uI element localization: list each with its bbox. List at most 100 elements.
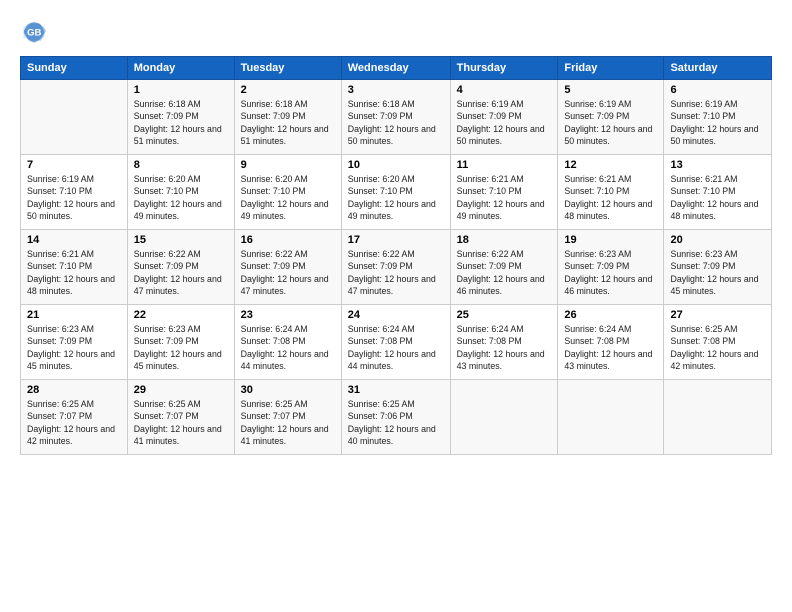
col-header-thursday: Thursday bbox=[450, 57, 558, 80]
day-cell: 13 Sunrise: 6:21 AMSunset: 7:10 PMDayligh… bbox=[664, 155, 772, 230]
day-number: 29 bbox=[134, 384, 228, 396]
day-info: Sunrise: 6:24 AMSunset: 7:08 PMDaylight:… bbox=[564, 324, 652, 371]
col-header-friday: Friday bbox=[558, 57, 664, 80]
day-info: Sunrise: 6:23 AMSunset: 7:09 PMDaylight:… bbox=[564, 249, 652, 296]
day-number: 30 bbox=[241, 384, 335, 396]
day-number: 10 bbox=[348, 159, 444, 171]
col-header-tuesday: Tuesday bbox=[234, 57, 341, 80]
day-cell: 18Sunrise: 6:22 AMSunset: 7:09 PMDayligh… bbox=[450, 230, 558, 305]
day-cell: 5 Sunrise: 6:19 AMSunset: 7:09 PMDaylight… bbox=[558, 80, 664, 155]
day-info: Sunrise: 6:22 AMSunset: 7:09 PMDaylight:… bbox=[348, 249, 436, 296]
day-cell: 6 Sunrise: 6:19 AMSunset: 7:10 PMDaylight… bbox=[664, 80, 772, 155]
day-number: 8 bbox=[134, 159, 228, 171]
day-cell: 16Sunrise: 6:22 AMSunset: 7:09 PMDayligh… bbox=[234, 230, 341, 305]
day-number: 25 bbox=[457, 309, 552, 321]
day-number: 15 bbox=[134, 234, 228, 246]
day-number: 28 bbox=[27, 384, 121, 396]
col-header-wednesday: Wednesday bbox=[341, 57, 450, 80]
day-number: 23 bbox=[241, 309, 335, 321]
day-cell: 19 Sunrise: 6:23 AMSunset: 7:09 PMDayligh… bbox=[558, 230, 664, 305]
day-info: Sunrise: 6:19 AMSunset: 7:09 PMDaylight:… bbox=[457, 99, 545, 146]
day-info: Sunrise: 6:18 AMSunset: 7:09 PMDaylight:… bbox=[134, 99, 222, 146]
day-number: 27 bbox=[670, 309, 765, 321]
day-number: 19 bbox=[564, 234, 657, 246]
day-cell bbox=[664, 380, 772, 455]
day-info: Sunrise: 6:19 AMSunset: 7:10 PMDaylight:… bbox=[670, 99, 758, 146]
day-info: Sunrise: 6:25 AMSunset: 7:08 PMDaylight:… bbox=[670, 324, 758, 371]
col-header-monday: Monday bbox=[127, 57, 234, 80]
day-cell: 4 Sunrise: 6:19 AMSunset: 7:09 PMDaylight… bbox=[450, 80, 558, 155]
header: GB bbox=[20, 18, 772, 46]
day-number: 7 bbox=[27, 159, 121, 171]
day-cell bbox=[450, 380, 558, 455]
day-number: 5 bbox=[564, 84, 657, 96]
day-cell: 31 Sunrise: 6:25 AMSunset: 7:06 PMDayligh… bbox=[341, 380, 450, 455]
day-info: Sunrise: 6:25 AMSunset: 7:07 PMDaylight:… bbox=[27, 399, 115, 446]
day-cell: 24 Sunrise: 6:24 AMSunset: 7:08 PMDayligh… bbox=[341, 305, 450, 380]
day-cell: 27 Sunrise: 6:25 AMSunset: 7:08 PMDayligh… bbox=[664, 305, 772, 380]
day-number: 1 bbox=[134, 84, 228, 96]
day-info: Sunrise: 6:20 AMSunset: 7:10 PMDaylight:… bbox=[134, 174, 222, 221]
day-info: Sunrise: 6:18 AMSunset: 7:09 PMDaylight:… bbox=[348, 99, 436, 146]
day-cell: 25 Sunrise: 6:24 AMSunset: 7:08 PMDayligh… bbox=[450, 305, 558, 380]
day-cell: 17 Sunrise: 6:22 AMSunset: 7:09 PMDayligh… bbox=[341, 230, 450, 305]
day-info: Sunrise: 6:25 AMSunset: 7:06 PMDaylight:… bbox=[348, 399, 436, 446]
col-header-saturday: Saturday bbox=[664, 57, 772, 80]
header-row: SundayMondayTuesdayWednesdayThursdayFrid… bbox=[21, 57, 772, 80]
day-cell: 30 Sunrise: 6:25 AMSunset: 7:07 PMDayligh… bbox=[234, 380, 341, 455]
day-cell: 3 Sunrise: 6:18 AMSunset: 7:09 PMDaylight… bbox=[341, 80, 450, 155]
day-cell: 21 Sunrise: 6:23 AMSunset: 7:09 PMDayligh… bbox=[21, 305, 128, 380]
day-cell: 1 Sunrise: 6:18 AMSunset: 7:09 PMDaylight… bbox=[127, 80, 234, 155]
day-info: Sunrise: 6:24 AMSunset: 7:08 PMDaylight:… bbox=[348, 324, 436, 371]
day-info: Sunrise: 6:24 AMSunset: 7:08 PMDaylight:… bbox=[457, 324, 545, 371]
week-row-2: 7 Sunrise: 6:19 AMSunset: 7:10 PMDaylight… bbox=[21, 155, 772, 230]
day-cell: 29Sunrise: 6:25 AMSunset: 7:07 PMDayligh… bbox=[127, 380, 234, 455]
day-info: Sunrise: 6:22 AMSunset: 7:09 PMDaylight:… bbox=[457, 249, 545, 296]
day-info: Sunrise: 6:18 AMSunset: 7:09 PMDaylight:… bbox=[241, 99, 329, 146]
day-number: 6 bbox=[670, 84, 765, 96]
day-number: 20 bbox=[670, 234, 765, 246]
week-row-1: 1 Sunrise: 6:18 AMSunset: 7:09 PMDaylight… bbox=[21, 80, 772, 155]
day-number: 31 bbox=[348, 384, 444, 396]
day-info: Sunrise: 6:24 AMSunset: 7:08 PMDaylight:… bbox=[241, 324, 329, 371]
day-cell: 8 Sunrise: 6:20 AMSunset: 7:10 PMDaylight… bbox=[127, 155, 234, 230]
day-cell: 9Sunrise: 6:20 AMSunset: 7:10 PMDaylight… bbox=[234, 155, 341, 230]
day-info: Sunrise: 6:21 AMSunset: 7:10 PMDaylight:… bbox=[564, 174, 652, 221]
day-number: 12 bbox=[564, 159, 657, 171]
day-cell: 12 Sunrise: 6:21 AMSunset: 7:10 PMDayligh… bbox=[558, 155, 664, 230]
day-cell bbox=[21, 80, 128, 155]
day-cell: 15 Sunrise: 6:22 AMSunset: 7:09 PMDayligh… bbox=[127, 230, 234, 305]
day-info: Sunrise: 6:23 AMSunset: 7:09 PMDaylight:… bbox=[27, 324, 115, 371]
day-number: 14 bbox=[27, 234, 121, 246]
day-number: 3 bbox=[348, 84, 444, 96]
day-number: 22 bbox=[134, 309, 228, 321]
day-cell: 23 Sunrise: 6:24 AMSunset: 7:08 PMDayligh… bbox=[234, 305, 341, 380]
day-number: 11 bbox=[457, 159, 552, 171]
page: GB SundayMondayTuesdayWednesdayThursdayF… bbox=[0, 0, 792, 612]
day-info: Sunrise: 6:21 AMSunset: 7:10 PMDaylight:… bbox=[670, 174, 758, 221]
day-number: 13 bbox=[670, 159, 765, 171]
day-number: 21 bbox=[27, 309, 121, 321]
day-cell: 14Sunrise: 6:21 AMSunset: 7:10 PMDayligh… bbox=[21, 230, 128, 305]
day-info: Sunrise: 6:22 AMSunset: 7:09 PMDaylight:… bbox=[134, 249, 222, 296]
day-cell bbox=[558, 380, 664, 455]
day-cell: 11Sunrise: 6:21 AMSunset: 7:10 PMDayligh… bbox=[450, 155, 558, 230]
calendar-table: SundayMondayTuesdayWednesdayThursdayFrid… bbox=[20, 56, 772, 455]
day-number: 2 bbox=[241, 84, 335, 96]
day-cell: 26Sunrise: 6:24 AMSunset: 7:08 PMDayligh… bbox=[558, 305, 664, 380]
day-info: Sunrise: 6:22 AMSunset: 7:09 PMDaylight:… bbox=[241, 249, 329, 296]
day-number: 4 bbox=[457, 84, 552, 96]
week-row-3: 14Sunrise: 6:21 AMSunset: 7:10 PMDayligh… bbox=[21, 230, 772, 305]
col-header-sunday: Sunday bbox=[21, 57, 128, 80]
day-cell: 28 Sunrise: 6:25 AMSunset: 7:07 PMDayligh… bbox=[21, 380, 128, 455]
week-row-4: 21 Sunrise: 6:23 AMSunset: 7:09 PMDayligh… bbox=[21, 305, 772, 380]
day-cell: 22Sunrise: 6:23 AMSunset: 7:09 PMDayligh… bbox=[127, 305, 234, 380]
day-number: 24 bbox=[348, 309, 444, 321]
day-info: Sunrise: 6:20 AMSunset: 7:10 PMDaylight:… bbox=[348, 174, 436, 221]
day-number: 17 bbox=[348, 234, 444, 246]
day-info: Sunrise: 6:19 AMSunset: 7:09 PMDaylight:… bbox=[564, 99, 652, 146]
day-info: Sunrise: 6:25 AMSunset: 7:07 PMDaylight:… bbox=[241, 399, 329, 446]
day-number: 9 bbox=[241, 159, 335, 171]
day-info: Sunrise: 6:19 AMSunset: 7:10 PMDaylight:… bbox=[27, 174, 115, 221]
logo: GB bbox=[20, 18, 52, 46]
